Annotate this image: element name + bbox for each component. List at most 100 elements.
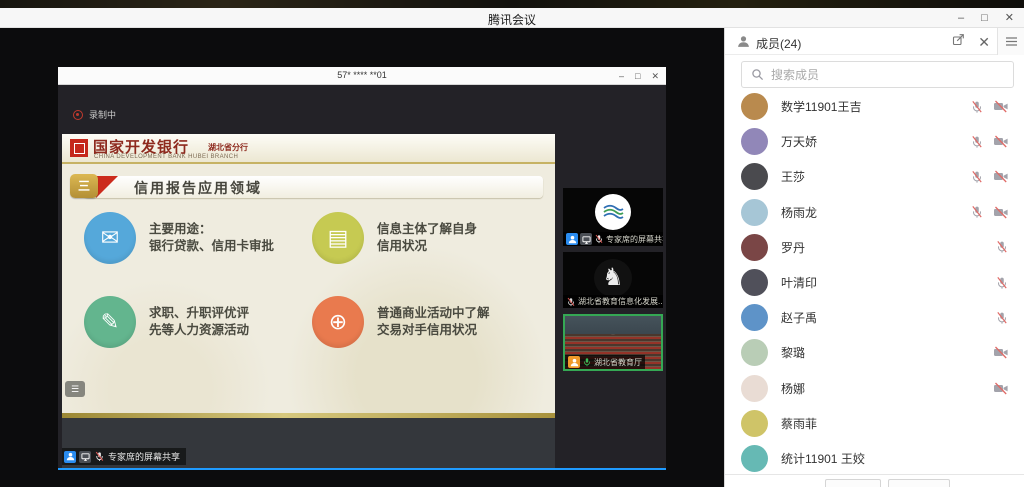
footer-button-1[interactable]: [825, 479, 881, 487]
member-row[interactable]: 蔡雨菲: [725, 406, 1024, 441]
presentation-slide: 国家开发银行 湖北省分行 CHINA DEVELOPMENT BANK HUBE…: [62, 134, 555, 418]
slide-item: ✉ 主要用途： 银行贷款、信用卡审批: [84, 210, 312, 266]
member-row[interactable]: 赵子禹: [725, 300, 1024, 335]
member-role-icon: [568, 356, 580, 368]
minimize-button[interactable]: –: [958, 8, 964, 28]
close-button[interactable]: ✕: [1005, 8, 1014, 28]
member-list: 数学11901王吉 万天娇: [725, 89, 1024, 474]
avatar: [741, 410, 768, 437]
avatar: [741, 445, 768, 472]
bank-header: 国家开发银行 湖北省分行 CHINA DEVELOPMENT BANK HUBE…: [62, 134, 555, 164]
slide-title-row: 三 信用报告应用领域: [70, 174, 543, 200]
member-status: [995, 240, 1009, 254]
camera-muted-icon: [993, 100, 1009, 113]
member-name: 杨娜: [781, 380, 993, 397]
member-name: 蔡雨菲: [781, 415, 1009, 432]
thumbnail-label: 专家席的屏幕共享: [606, 234, 663, 245]
video-tile-name: 专家席的屏幕共享: [108, 450, 180, 463]
members-panel-header: 成员(24) ✕: [725, 28, 1024, 55]
member-name: 统计11901 王姣: [781, 450, 1009, 467]
member-status: [995, 276, 1009, 290]
app-titlebar[interactable]: 腾讯会议 – □ ✕: [0, 8, 1024, 28]
popout-panel-button[interactable]: [952, 33, 965, 51]
member-name: 罗丹: [781, 239, 995, 256]
thumbnail-label: 湖北省教育厅: [594, 357, 642, 368]
mic-muted-icon: [995, 311, 1009, 325]
camera-muted-icon: [993, 170, 1009, 183]
mic-muted-icon: [995, 240, 1009, 254]
member-name: 王莎: [781, 168, 970, 185]
member-row[interactable]: 叶清印: [725, 265, 1024, 300]
app-title: 腾讯会议: [0, 11, 1024, 28]
knight-avatar-icon: ♞: [594, 259, 632, 297]
footer-button-2[interactable]: [888, 479, 950, 487]
slide-item: ▤ 信息主体了解自身 信用状况: [312, 210, 540, 266]
member-row[interactable]: 罗丹: [725, 230, 1024, 265]
avatar: [741, 93, 768, 120]
avatar: [741, 304, 768, 331]
panel-menu-button[interactable]: [997, 28, 1024, 55]
mic-muted-icon: [995, 276, 1009, 290]
camera-muted-icon: [993, 382, 1009, 395]
member-row[interactable]: 黎璐: [725, 335, 1024, 370]
avatar: [741, 339, 768, 366]
recording-label: 录制中: [89, 108, 116, 121]
slide-item-icon: ▤: [312, 212, 364, 264]
thumbnail-active-speaker: 湖北省教育厅: [563, 314, 663, 371]
member-name: 万天娇: [781, 133, 970, 150]
shared-window-title: 57* **** **01: [58, 67, 666, 84]
avatar: [741, 199, 768, 226]
member-status: [993, 346, 1009, 359]
member-search-box[interactable]: [741, 61, 1014, 88]
member-status: [970, 205, 1009, 219]
mic-muted-icon: [94, 451, 105, 462]
active-tile-underline: [58, 468, 666, 470]
member-name: 黎璐: [781, 344, 993, 361]
slide-item-icon: ✉: [84, 212, 136, 264]
member-row[interactable]: 万天娇: [725, 124, 1024, 159]
mic-muted-icon: [594, 234, 604, 244]
shared-maximize-glyph: □: [635, 71, 640, 81]
slide-item: ✎ 求职、升职评优评 先等人力资源活动: [84, 294, 312, 350]
member-row[interactable]: 统计11901 王姣: [725, 441, 1024, 474]
camera-muted-icon: [993, 346, 1009, 359]
member-row[interactable]: 数学11901王吉: [725, 89, 1024, 124]
avatar: [741, 234, 768, 261]
mic-muted-icon: [970, 100, 984, 114]
member-row[interactable]: 王莎: [725, 159, 1024, 194]
recording-indicator: 录制中: [73, 108, 116, 121]
slide-item-icon: ✎: [84, 296, 136, 348]
member-status: [970, 100, 1009, 114]
members-panel-title: 成员(24): [756, 35, 801, 52]
bank-branch: 湖北省分行: [208, 142, 248, 153]
hamburger-icon: [1006, 37, 1017, 46]
shared-screen-video-tile[interactable]: 57* **** **01 – □ ✕ 录制中 国家开发银行: [58, 67, 666, 470]
avatar: [741, 269, 768, 296]
shared-close-glyph: ✕: [651, 71, 659, 82]
member-row[interactable]: 杨雨龙: [725, 195, 1024, 230]
thumbnail-screen-share: 专家席的屏幕共享: [563, 188, 663, 246]
mic-muted-icon: [566, 297, 576, 307]
member-row[interactable]: 杨娜: [725, 371, 1024, 406]
waves-logo-icon: [595, 194, 631, 230]
member-search-input[interactable]: [771, 68, 1004, 82]
member-status: [970, 135, 1009, 149]
presenter-list-button: ☰: [65, 381, 85, 397]
members-panel-footer: [725, 474, 1024, 487]
bank-name-en: CHINA DEVELOPMENT BANK HUBEI BRANCH: [94, 154, 238, 160]
tencent-meeting-window: 腾讯会议 – □ ✕ 57* **** **01 – □ ✕ 录制中: [0, 0, 1024, 487]
member-name: 赵子禹: [781, 309, 995, 326]
search-icon: [751, 68, 764, 81]
slide-item-icon: ⊕: [312, 296, 364, 348]
member-role-icon: [64, 451, 76, 463]
slide-item-text: 信息主体了解自身 信用状况: [377, 221, 477, 255]
screen-share-icon: [79, 451, 91, 463]
section-marker-icon: 三: [70, 174, 98, 198]
members-icon: [737, 35, 750, 53]
camera-muted-icon: [993, 206, 1009, 219]
maximize-button[interactable]: □: [981, 8, 988, 28]
members-panel: 成员(24) ✕ 数学11901王吉: [724, 28, 1024, 487]
slide-title-arrow: [96, 176, 118, 198]
slide-item-text: 普通商业活动中了解 交易对手信用状况: [377, 305, 490, 339]
close-panel-button[interactable]: ✕: [978, 35, 990, 49]
